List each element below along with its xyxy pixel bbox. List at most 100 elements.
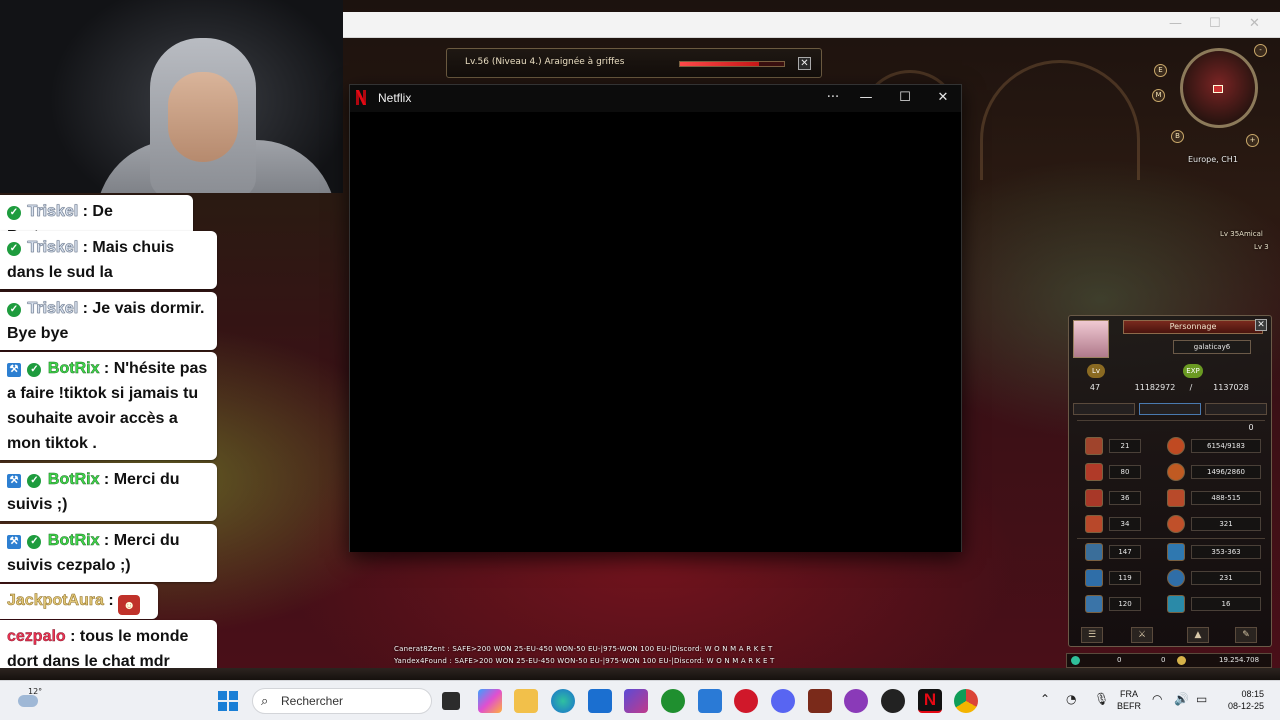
str-stat-icon[interactable] — [1085, 489, 1103, 507]
bot-icon: ⚒ — [7, 363, 21, 377]
mail-icon[interactable] — [698, 689, 722, 713]
tab-button[interactable] — [1139, 403, 1201, 415]
minimize-icon[interactable]: — — [1169, 16, 1182, 31]
netflix-taskbar-icon[interactable]: N — [918, 689, 942, 713]
tray-chevron-icon[interactable]: ⌃ — [1040, 692, 1050, 706]
bot-icon: ⚒ — [7, 535, 21, 549]
volume-icon[interactable]: 🔊 — [1174, 692, 1189, 706]
stat-value: 488-515 — [1191, 491, 1261, 505]
obs-icon[interactable] — [881, 689, 905, 713]
character-tab-button[interactable]: ☰ — [1081, 627, 1103, 643]
panel-close-button[interactable]: ✕ — [1255, 319, 1267, 331]
close-button[interactable]: ✕ — [928, 88, 958, 108]
store-icon[interactable] — [588, 689, 612, 713]
target-close-button[interactable]: ✕ — [798, 57, 811, 70]
game-icon[interactable] — [808, 689, 832, 713]
skills-tab-button[interactable]: ⚔ — [1131, 627, 1153, 643]
minimap-button-m[interactable]: M — [1152, 89, 1165, 102]
edge-icon[interactable] — [551, 689, 575, 713]
game-chat-line: Canerat8Zent : SAFE>200 WON 25-EU-450 WO… — [394, 645, 773, 653]
verified-icon: ✓ — [27, 535, 42, 549]
netflix-window[interactable]: Netflix ··· — ☐ ✕ — [349, 84, 962, 552]
magic-attack-icon — [1167, 543, 1185, 561]
chat-message: ⚒ ✓ BotRix : N'hésite pas a faire !tikto… — [0, 352, 217, 460]
nearby-player-tag: Lv 3 — [1254, 243, 1269, 251]
start-button[interactable] — [218, 691, 238, 711]
verified-icon: ✓ — [7, 303, 21, 317]
chat-username: Triskel — [27, 300, 79, 318]
bot-icon: ⚒ — [7, 474, 21, 488]
nearby-player-tag: Lv 35Amical — [1220, 230, 1263, 238]
more-options-button[interactable]: ··· — [818, 88, 848, 108]
gold-amount: 19.254.708 — [1219, 656, 1260, 664]
hp-icon — [1167, 437, 1185, 455]
stat-value: 21 — [1109, 439, 1141, 453]
clock-date: 08-12-25 — [1227, 701, 1264, 711]
search-placeholder: Rechercher — [281, 694, 344, 708]
chat-username: Triskel — [27, 203, 79, 221]
minimize-button[interactable]: — — [851, 88, 881, 108]
zoom-out-button[interactable]: - — [1254, 44, 1267, 57]
divider — [1077, 538, 1265, 539]
task-view-icon[interactable] — [442, 692, 460, 710]
emotes-tab-button[interactable]: ▲ — [1187, 627, 1209, 643]
exp-separator: / — [1189, 383, 1193, 392]
maximize-icon[interactable]: ☐ — [1209, 16, 1221, 31]
lang-code: FRA — [1120, 689, 1138, 699]
lv-icon: Lv — [1087, 364, 1105, 378]
discord-icon[interactable] — [771, 689, 795, 713]
netflix-content-area[interactable] — [350, 112, 961, 552]
zoom-in-button[interactable]: + — [1246, 134, 1259, 147]
sp-icon — [1167, 463, 1185, 481]
vit-stat-icon[interactable] — [1085, 437, 1103, 455]
stat-value: 119 — [1109, 571, 1141, 585]
close-icon[interactable]: ✕ — [1249, 16, 1260, 31]
network-status-icon[interactable]: ◔ — [1066, 692, 1076, 706]
search-icon: ⌕ — [261, 694, 269, 709]
player-marker-icon — [1213, 85, 1223, 93]
minimap-button-b[interactable]: B — [1171, 130, 1184, 143]
verified-icon: ✓ — [27, 363, 42, 377]
microphone-icon[interactable]: 🎙 — [1094, 692, 1109, 706]
evasion-icon — [1167, 595, 1185, 613]
game-hotbar[interactable] — [0, 668, 1280, 680]
chrome-icon[interactable] — [954, 689, 978, 713]
tab-button[interactable] — [1073, 403, 1135, 415]
minimap[interactable]: E M B + - — [1152, 44, 1267, 147]
copilot-icon[interactable] — [478, 689, 502, 713]
stat-value: 231 — [1191, 571, 1261, 585]
stat-value: 80 — [1109, 465, 1141, 479]
maximize-button[interactable]: ☐ — [890, 88, 920, 108]
chat-username: JackpotAura — [7, 592, 104, 610]
pinterest-icon[interactable] — [734, 689, 758, 713]
instagram-icon[interactable] — [624, 689, 648, 713]
webcam-overlay — [0, 0, 343, 193]
clock[interactable]: 08:15 08-12-25 — [1210, 689, 1264, 711]
minimap-button-e[interactable]: E — [1154, 64, 1167, 77]
verified-icon: ✓ — [7, 206, 21, 220]
divider — [1077, 420, 1265, 421]
weather-widget[interactable]: 12° — [14, 687, 44, 715]
chat-username: Triskel — [27, 239, 79, 257]
clock-time: 08:15 — [1241, 689, 1264, 699]
taskbar-search[interactable]: ⌕ Rechercher — [252, 688, 432, 714]
dex-stat-icon[interactable] — [1085, 515, 1103, 533]
wifi-icon[interactable]: ◠ — [1152, 692, 1162, 706]
exp-current: 11182972 — [1134, 383, 1176, 392]
chat-username: BotRix — [47, 471, 100, 489]
chat-message: ⚒ ✓ BotRix : Merci du suivis cezpalo ;) — [0, 524, 217, 582]
int-stat-icon[interactable] — [1085, 463, 1103, 481]
file-explorer-icon[interactable] — [514, 689, 538, 713]
window-title: Netflix — [378, 91, 412, 105]
quests-tab-button[interactable]: ✎ — [1235, 627, 1257, 643]
character-panel[interactable]: Personnage ✕ galaticay6 Lv EXP 47 111829… — [1068, 315, 1272, 647]
keyboard-layout: BEFR — [1116, 701, 1141, 711]
exp-icon: EXP — [1183, 364, 1203, 378]
netflix-titlebar[interactable]: Netflix ··· — ☐ ✕ — [350, 85, 961, 112]
language-indicator[interactable]: FRA BEFR — [1114, 689, 1144, 711]
tab-button[interactable] — [1205, 403, 1267, 415]
battery-icon[interactable]: ▭ — [1196, 692, 1207, 706]
minimap-view[interactable] — [1180, 48, 1258, 128]
xbox-icon[interactable] — [661, 689, 685, 713]
twitch-icon[interactable] — [844, 689, 868, 713]
